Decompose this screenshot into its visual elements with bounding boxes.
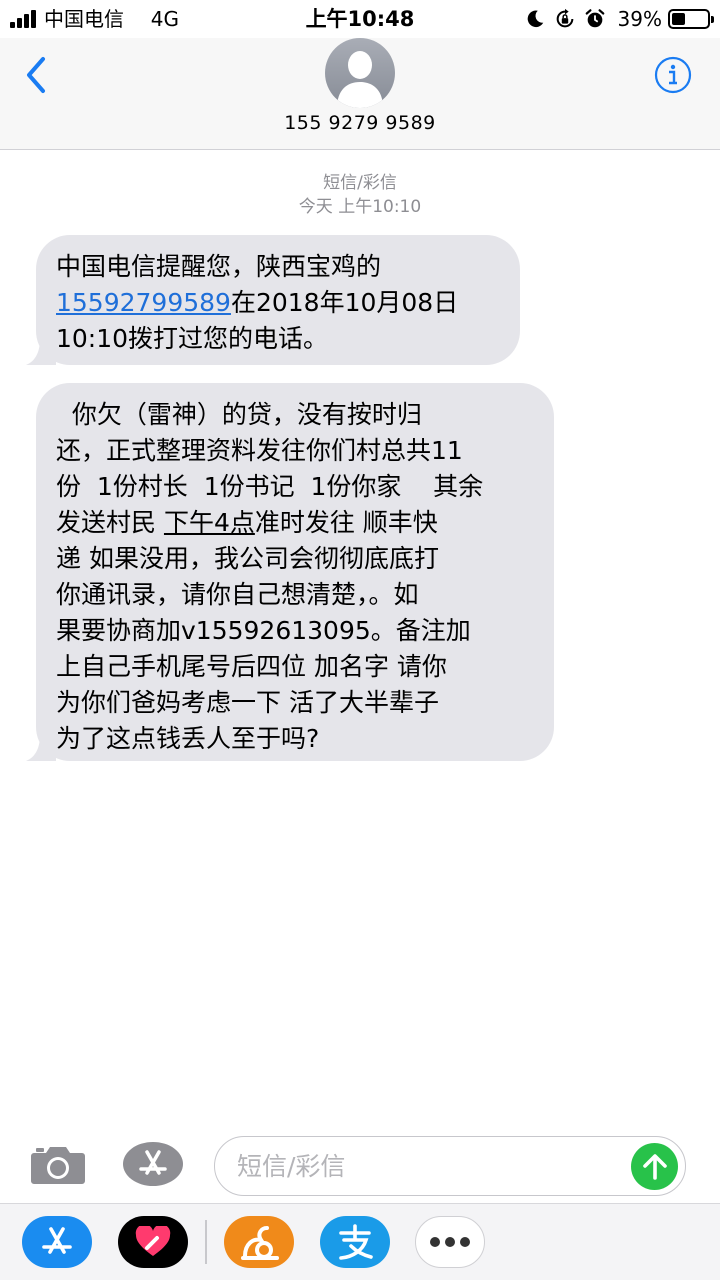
status-bar: 中国电信 4G 上午10:48 39% (0, 0, 720, 38)
contact-avatar[interactable] (325, 38, 395, 108)
digital-touch-app-button[interactable] (118, 1216, 188, 1268)
drawer-divider (205, 1220, 207, 1264)
status-right-group: 39% (516, 5, 714, 33)
send-button[interactable] (631, 1143, 678, 1190)
message-text: 中国电信提醒您，陕西宝鸡的 15592799589在2018年10月08日 10… (36, 235, 520, 357)
conversation-header: 155 9279 9589 (0, 38, 720, 150)
uc-browser-app-button[interactable] (224, 1216, 294, 1268)
chevron-left-icon (27, 57, 45, 93)
moon-icon (527, 10, 543, 28)
camera-icon (31, 1147, 85, 1184)
contact-number[interactable]: 155 9279 9589 (0, 111, 720, 135)
battery-percent: 39% (617, 7, 662, 31)
message-input-bar (0, 1125, 720, 1203)
time-link[interactable]: 下午4点 (164, 508, 255, 537)
received-message-bubble[interactable]: 你欠（雷神）的贷，没有按时归 还，正式整理资料发往你们村总共11 份 1份村长 … (26, 383, 554, 761)
message-input[interactable] (214, 1136, 686, 1196)
more-icon (430, 1237, 470, 1247)
more-apps-button[interactable] (415, 1216, 485, 1268)
app-store-icon (123, 1142, 183, 1186)
received-message-bubble[interactable]: 中国电信提醒您，陕西宝鸡的 15592799589在2018年10月08日 10… (26, 235, 520, 365)
alipay-icon (339, 1224, 373, 1260)
back-button[interactable] (16, 50, 56, 100)
message-timestamp: 今天 上午10:10 (298, 197, 422, 217)
message-service-label: 短信/彩信 (323, 173, 397, 193)
uc-browser-icon (241, 1226, 279, 1260)
person-silhouette-icon (337, 51, 383, 108)
app-drawer (0, 1203, 720, 1280)
alipay-app-button[interactable] (320, 1216, 390, 1268)
alarm-icon (585, 9, 604, 28)
message-text: 你欠（雷神）的贷，没有按时归 还，正式整理资料发往你们村总共11 份 1份村长 … (36, 383, 554, 757)
digital-touch-heart-icon (135, 1226, 171, 1256)
battery-level-fill (672, 13, 685, 25)
apps-button[interactable] (122, 1141, 184, 1187)
message-text-part: 准时发往 顺丰快 递 如果没用，我公司会彻彻底底打 你通讯录，请你自己想清楚，。… (56, 508, 471, 753)
rotation-lock-icon (556, 8, 573, 28)
app-store-app-button[interactable] (22, 1216, 92, 1268)
app-store-icon (42, 1227, 72, 1254)
phone-number-link[interactable]: 15592799589 (56, 288, 231, 317)
info-button[interactable] (654, 56, 692, 94)
battery-icon (668, 9, 714, 29)
info-icon (654, 56, 692, 94)
arrow-up-icon (642, 1153, 667, 1180)
message-text-part: 中国电信提醒您，陕西宝鸡的 (56, 252, 382, 281)
camera-button[interactable] (30, 1145, 86, 1185)
